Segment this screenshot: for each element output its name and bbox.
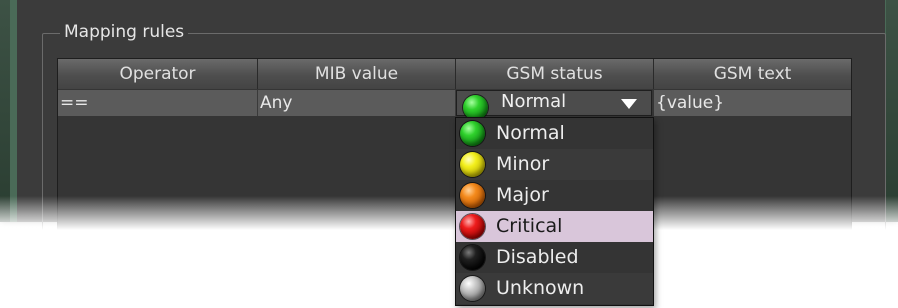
red-led-icon [460, 214, 485, 239]
dropdown-option-unknown[interactable]: Unknown [456, 273, 653, 304]
group-title: Mapping rules [60, 21, 189, 43]
yellow-led-icon [460, 152, 485, 177]
gsm-status-value: Normal [501, 91, 567, 112]
gsm-status-dropdown-list[interactable]: Normal Minor Major Critical Disabled Unk… [455, 117, 654, 306]
option-label: Minor [496, 153, 550, 175]
option-label: Critical [496, 215, 563, 237]
column-header-operator[interactable]: Operator [58, 59, 258, 89]
column-header-mib-value[interactable]: MIB value [258, 59, 456, 89]
gray-led-icon [460, 276, 485, 301]
dropdown-option-major[interactable]: Major [456, 180, 653, 211]
option-label: Normal [496, 122, 565, 144]
operator-cell[interactable]: == [58, 90, 258, 116]
table-row[interactable]: == Any Normal {value} [58, 90, 851, 120]
black-led-icon [460, 245, 485, 270]
dropdown-option-minor[interactable]: Minor [456, 149, 653, 180]
dropdown-option-normal[interactable]: Normal [456, 118, 653, 149]
gsm-status-combobox[interactable]: Normal [456, 90, 652, 120]
chevron-down-icon[interactable] [621, 99, 637, 109]
table-header: Operator MIB value GSM status GSM text [58, 59, 851, 89]
column-header-gsm-text[interactable]: GSM text [654, 59, 851, 89]
gsm-text-cell[interactable]: {value} [654, 90, 851, 116]
column-header-gsm-status[interactable]: GSM status [456, 59, 654, 89]
option-label: Unknown [496, 277, 585, 299]
green-led-icon [460, 121, 485, 146]
dropdown-option-critical[interactable]: Critical [456, 211, 653, 242]
orange-led-icon [460, 183, 485, 208]
dropdown-option-disabled[interactable]: Disabled [456, 242, 653, 273]
option-label: Disabled [496, 246, 579, 268]
mib-value-cell[interactable]: Any [258, 90, 456, 116]
option-label: Major [496, 184, 549, 206]
